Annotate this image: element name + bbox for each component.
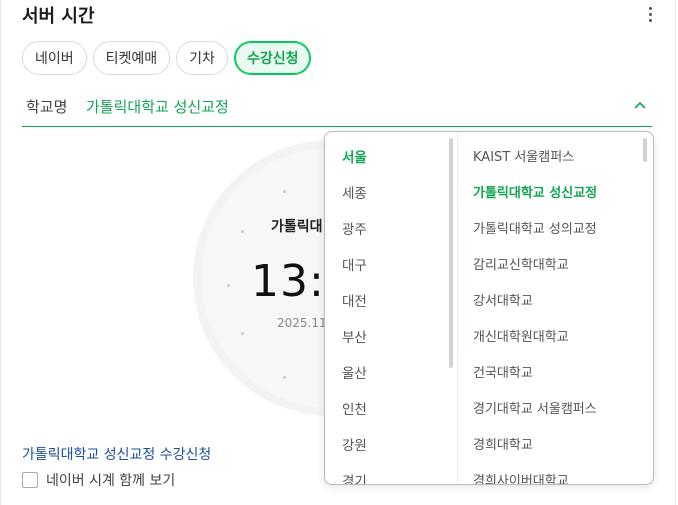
chevron-up-icon[interactable]: [634, 100, 646, 112]
school-dropdown: 서울 세종 광주 대구 대전 부산 울산 인천 강원 경기 KAIST 서울캠퍼…: [324, 131, 654, 485]
region-option[interactable]: 인천: [325, 392, 457, 428]
region-option[interactable]: 강원: [325, 428, 457, 464]
region-option[interactable]: 경기: [325, 464, 457, 484]
naver-clock-checkbox[interactable]: [22, 472, 38, 488]
school-option[interactable]: 가톨릭대학교 성의교정: [457, 212, 653, 248]
clock-tick: [241, 230, 244, 233]
tab-naver[interactable]: 네이버: [22, 41, 87, 75]
region-option[interactable]: 광주: [325, 212, 457, 248]
school-option[interactable]: 경희사이버대학교: [457, 464, 653, 484]
school-selector[interactable]: 학교명 가톨릭대학교 성신교정: [22, 92, 652, 127]
school-list: KAIST 서울캠퍼스 가톨릭대학교 성신교정 가톨릭대학교 성의교정 감리교신…: [457, 132, 653, 484]
school-option[interactable]: 가톨릭대학교 성신교정: [457, 176, 653, 212]
region-option[interactable]: 대구: [325, 248, 457, 284]
tab-ticket[interactable]: 티켓예매: [92, 41, 171, 75]
school-value: 가톨릭대학교 성신교정: [86, 98, 229, 116]
naver-clock-label: 네이버 시계 함께 보기: [46, 473, 176, 489]
school-scrollbar[interactable]: [643, 138, 647, 162]
clock-tick: [241, 332, 244, 335]
panel-title: 서버 시간: [22, 6, 95, 27]
naver-clock-option: 네이버 시계 함께 보기: [22, 470, 175, 490]
tab-train[interactable]: 기차: [176, 41, 228, 75]
region-scrollbar[interactable]: [449, 138, 453, 368]
school-option[interactable]: 감리교신학대학교: [457, 248, 653, 284]
more-options-icon[interactable]: [642, 4, 658, 24]
region-list: 서울 세종 광주 대구 대전 부산 울산 인천 강원 경기: [325, 132, 458, 484]
clock-tick: [283, 190, 286, 193]
school-option[interactable]: 경기대학교 서울캠퍼스: [457, 392, 653, 428]
school-label: 학교명: [26, 98, 68, 116]
clock-date: 2025.11: [277, 316, 327, 330]
region-option[interactable]: 서울: [325, 140, 457, 176]
category-tabs: 네이버 티켓예매 기차 수강신청: [22, 41, 312, 75]
region-option[interactable]: 대전: [325, 284, 457, 320]
clock-tick: [283, 376, 286, 379]
region-option[interactable]: 울산: [325, 356, 457, 392]
school-option[interactable]: 강서대학교: [457, 284, 653, 320]
school-option[interactable]: 경희대학교: [457, 428, 653, 464]
tab-course-registration[interactable]: 수강신청: [233, 41, 312, 75]
clock-school-name: 가톨릭대: [271, 219, 323, 235]
clock-tick: [227, 284, 230, 287]
region-option[interactable]: 부산: [325, 320, 457, 356]
school-option[interactable]: 개신대학원대학교: [457, 320, 653, 356]
school-option[interactable]: 건국대학교: [457, 356, 653, 392]
school-option[interactable]: KAIST 서울캠퍼스: [457, 140, 653, 176]
region-option[interactable]: 세종: [325, 176, 457, 212]
registration-link[interactable]: 가톨릭대학교 성신교정 수강신청: [22, 444, 211, 464]
